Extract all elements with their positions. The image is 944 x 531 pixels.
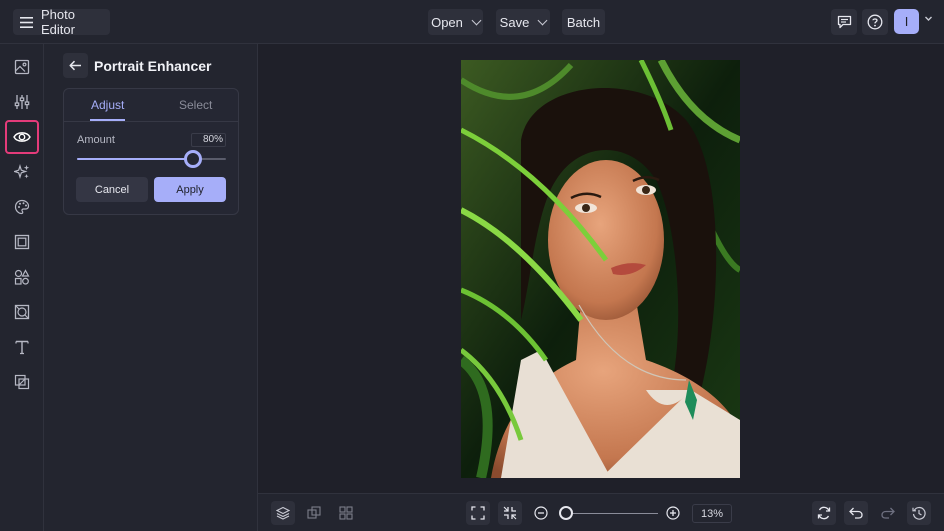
tool-panel: Portrait Enhancer Adjust Select Amount 8…	[44, 44, 258, 531]
image-icon	[14, 59, 30, 75]
panel-title: Portrait Enhancer	[94, 58, 212, 74]
portrait-photo[interactable]	[461, 60, 740, 478]
hamburger-icon	[20, 16, 33, 28]
zoom-out-icon[interactable]	[534, 506, 548, 520]
collapse-icon	[503, 506, 517, 520]
batch-label: Batch	[566, 14, 601, 30]
tab-adjust[interactable]: Adjust	[91, 98, 124, 112]
fit-screen-icon	[471, 506, 485, 520]
refresh-icon	[817, 506, 831, 520]
history-button[interactable]	[907, 501, 931, 525]
help-icon	[867, 14, 883, 30]
grid-button[interactable]	[334, 501, 358, 525]
app-title: Photo Editor	[41, 7, 75, 37]
texture-icon	[14, 304, 30, 320]
tool-sidebar	[0, 44, 44, 531]
text-icon	[14, 339, 30, 355]
sidebar-item-image[interactable]	[7, 52, 37, 82]
help-button[interactable]	[862, 9, 888, 35]
comment-icon	[837, 15, 852, 29]
open-label: Open	[431, 14, 463, 30]
sidebar-item-touch-up[interactable]	[5, 120, 39, 154]
actual-size-button[interactable]	[498, 501, 522, 525]
apply-button[interactable]: Apply	[154, 177, 226, 202]
sidebar-item-effects[interactable]	[7, 157, 37, 187]
open-button[interactable]: Open	[428, 9, 483, 35]
arrow-left-icon	[69, 60, 82, 71]
amount-value-input[interactable]: 80%	[191, 133, 226, 147]
amount-slider-thumb[interactable]	[184, 150, 202, 168]
grid-icon	[339, 506, 353, 520]
tab-select[interactable]: Select	[179, 98, 212, 112]
sparkle-icon	[14, 164, 30, 180]
redo-icon	[881, 507, 895, 519]
sidebar-item-adjust[interactable]	[7, 87, 37, 117]
fit-screen-button[interactable]	[466, 501, 490, 525]
menu-button[interactable]: Photo Editor	[13, 7, 110, 37]
zoom-slider[interactable]	[566, 513, 658, 514]
frame-icon	[14, 234, 30, 250]
sidebar-item-graphics[interactable]	[7, 262, 37, 292]
sidebar-item-frames[interactable]	[7, 227, 37, 257]
chevron-down-icon	[537, 15, 548, 25]
zoom-in-icon[interactable]	[666, 506, 680, 520]
redo-button[interactable]	[876, 501, 900, 525]
bottom-toolbar: 13%	[258, 493, 944, 531]
back-button[interactable]	[63, 53, 88, 78]
cancel-button[interactable]: Cancel	[76, 177, 148, 202]
account-chevron-down-icon[interactable]	[924, 14, 933, 23]
layers-button[interactable]	[271, 501, 295, 525]
sidebar-item-artsy[interactable]	[7, 192, 37, 222]
reset-button[interactable]	[812, 501, 836, 525]
layers-icon	[276, 506, 290, 520]
sidebar-item-textures[interactable]	[7, 297, 37, 327]
sidebar-item-overlays[interactable]	[7, 367, 37, 397]
feedback-button[interactable]	[831, 9, 857, 35]
chevron-down-icon	[471, 15, 482, 25]
amount-slider[interactable]	[77, 150, 226, 168]
sliders-icon	[14, 94, 30, 110]
palette-icon	[14, 199, 30, 215]
zoom-slider-thumb[interactable]	[559, 506, 573, 520]
save-button[interactable]: Save	[496, 9, 550, 35]
save-label: Save	[499, 14, 530, 30]
eye-icon	[13, 130, 31, 144]
tab-divider	[64, 121, 238, 122]
compare-icon	[307, 506, 321, 520]
compare-button[interactable]	[302, 501, 326, 525]
zoom-value[interactable]: 13%	[692, 504, 732, 523]
history-icon	[912, 506, 926, 520]
amount-label: Amount	[77, 134, 115, 146]
adjust-card: Adjust Select Amount 80% Cancel Apply	[63, 88, 239, 215]
sidebar-item-text[interactable]	[7, 332, 37, 362]
avatar[interactable]: I	[894, 9, 919, 34]
undo-button[interactable]	[844, 501, 868, 525]
batch-button[interactable]: Batch	[562, 9, 605, 35]
top-bar: Photo Editor Open Save Batch I	[0, 0, 944, 44]
amount-slider-fill	[77, 158, 193, 160]
overlay-icon	[14, 374, 30, 390]
undo-icon	[849, 507, 863, 519]
shapes-icon	[14, 269, 30, 285]
